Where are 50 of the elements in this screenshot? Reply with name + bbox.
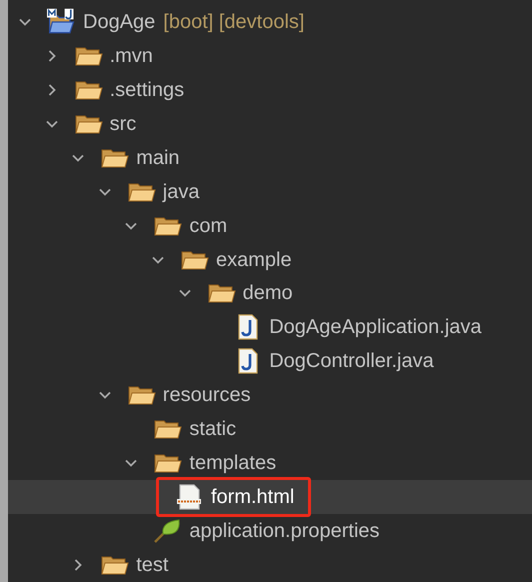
tree-item-label: .mvn — [110, 44, 153, 69]
tree-row[interactable]: templates — [8, 446, 532, 480]
java-file-icon — [238, 314, 258, 340]
tree-item-label: .settings — [110, 78, 184, 103]
tree-row[interactable]: .mvn — [8, 38, 532, 73]
tree-row[interactable]: src — [8, 106, 532, 141]
tree-item-label: demo — [242, 281, 293, 306]
folder-icon — [208, 282, 236, 304]
folder-icon — [154, 452, 182, 474]
tree-item-label: DogAge — [83, 10, 156, 35]
tree-row[interactable]: .settings — [8, 72, 532, 107]
folder-icon — [154, 214, 182, 237]
folder-icon — [181, 248, 209, 271]
tree-item-label: DogController.java — [269, 349, 434, 374]
tree-item-label: main — [136, 146, 180, 171]
java-file-icon — [238, 348, 258, 374]
folder-icon — [74, 78, 103, 101]
tree-row[interactable]: com — [8, 208, 532, 243]
tree-row[interactable]: java — [8, 174, 532, 209]
folder-icon — [154, 418, 182, 440]
tree-row[interactable]: DogAgeApplication.java — [8, 310, 532, 344]
tree-item-label: test — [136, 553, 168, 578]
folder-icon — [101, 146, 130, 169]
tree-row[interactable]: test — [8, 548, 532, 582]
tree-row[interactable]: form.html — [8, 480, 532, 514]
tree-row[interactable]: resources — [8, 378, 532, 412]
tree-item-label: src — [110, 112, 136, 137]
folder-icon — [74, 44, 103, 67]
folder-icon — [74, 112, 103, 135]
html-file-icon — [176, 484, 204, 510]
folder-icon — [101, 554, 130, 576]
folder-icon — [128, 180, 156, 203]
tree-item-label: com — [189, 214, 228, 239]
tree-row[interactable]: example — [8, 242, 532, 276]
tree-item-label: DogAgeApplication.java — [269, 315, 482, 340]
tree-item-label: form.html — [211, 485, 294, 510]
tree-item-label: java — [162, 180, 200, 205]
tree-row[interactable]: application.properties — [8, 514, 532, 548]
tree-item-label: static — [189, 417, 236, 442]
project-decoration: [boot] [devtools] — [163, 10, 304, 35]
tree-row[interactable]: DogController.java — [8, 344, 532, 378]
tree-item-label: templates — [189, 451, 276, 476]
tree-item-label: example — [216, 248, 292, 273]
folder-icon — [128, 384, 156, 406]
tree-row[interactable]: main — [8, 140, 532, 175]
tree-row[interactable]: static — [8, 412, 532, 446]
tree-item-label: application.properties — [189, 519, 380, 544]
tree-item-label: resources — [162, 383, 251, 408]
tree-row[interactable]: DogAge [boot] [devtools] — [8, 5, 532, 39]
tree-row[interactable]: demo — [8, 276, 532, 310]
